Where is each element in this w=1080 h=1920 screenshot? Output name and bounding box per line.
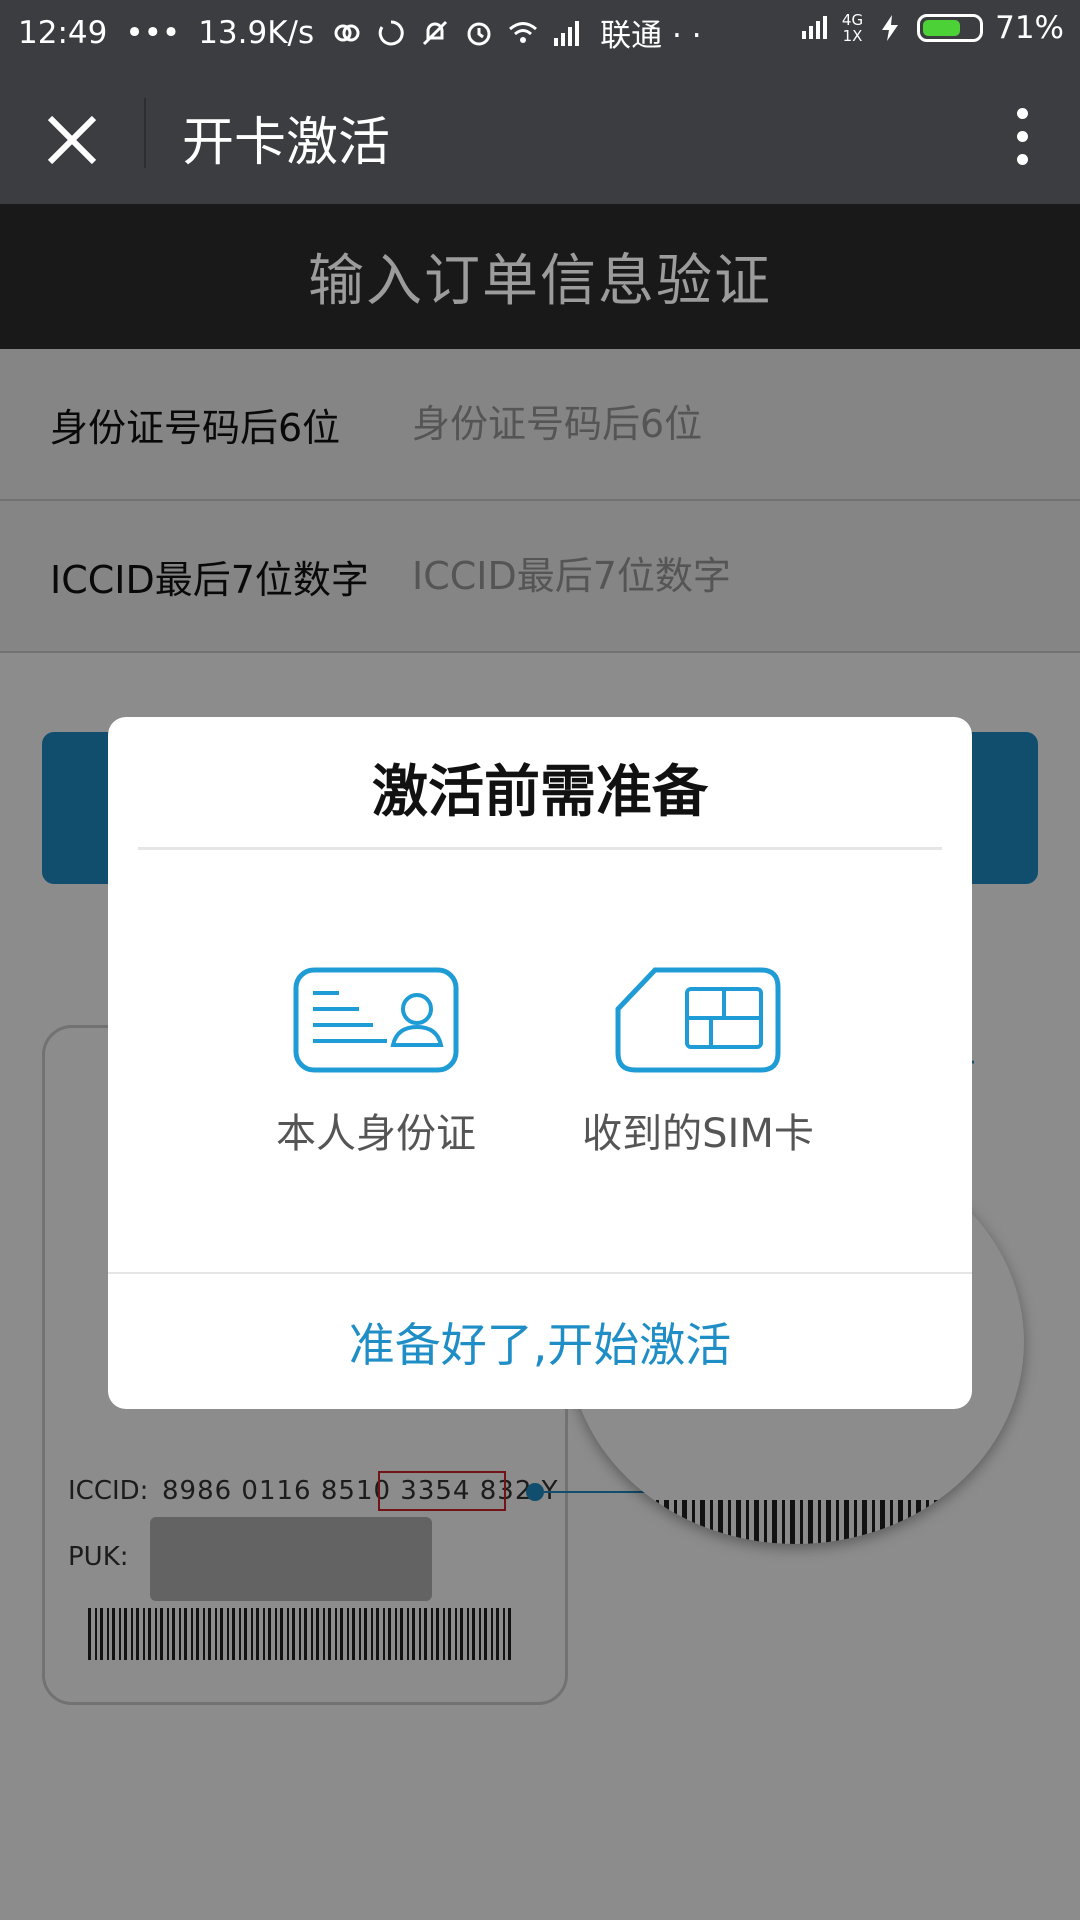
carrier: 联通 · · (600, 18, 702, 54)
dialog-divider (138, 847, 942, 850)
close-icon (47, 115, 97, 165)
activation-dialog: 激活前需准备 本人身份证 收到的SIM卡 准备好了,开始激活 (108, 717, 972, 1409)
option-sim-card: 收到的SIM卡 (548, 967, 848, 1159)
title-bar: 开卡激活 (0, 60, 1080, 204)
net-type: 4G 1X (841, 11, 864, 45)
signal-icon (554, 20, 580, 46)
more-vertical-icon (1016, 107, 1028, 119)
more-button[interactable] (992, 96, 1052, 176)
mute-icon (423, 20, 448, 45)
close-button[interactable] (30, 98, 114, 182)
status-time: 12:49 (18, 14, 108, 51)
signal-icon-2 (801, 16, 827, 39)
title-divider (144, 98, 146, 168)
start-activation-button[interactable]: 准备好了,开始激活 (108, 1274, 972, 1409)
battery-icon (917, 14, 984, 42)
sync-icon (378, 19, 404, 45)
option-id-card: 本人身份证 (226, 967, 526, 1159)
status-dots: ••• (125, 14, 181, 51)
battery-percent: 71% (995, 10, 1064, 46)
dialog-title: 激活前需准备 (372, 760, 708, 825)
wifi-icon (509, 21, 538, 43)
alarm-icon (467, 22, 491, 45)
sim-card-icon (615, 967, 781, 1073)
id-card-icon (293, 967, 459, 1073)
page-title: 开卡激活 (182, 113, 391, 173)
option-sim-label: 收到的SIM卡 (582, 1111, 814, 1157)
section-header: 输入订单信息验证 (0, 204, 1080, 349)
net-speed: 13.9K/s (198, 14, 315, 51)
link-icon (334, 24, 360, 41)
charging-icon (882, 15, 899, 41)
status-bar: 12:49 ••• 13.9K/s 联通 · · 4G 1X 71% (0, 0, 1080, 60)
option-id-label: 本人身份证 (276, 1111, 476, 1157)
